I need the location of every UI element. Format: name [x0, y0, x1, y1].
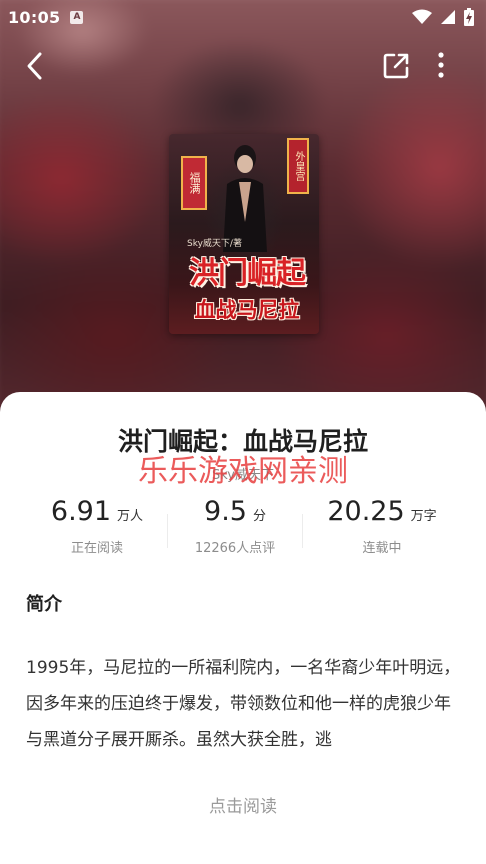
share-button[interactable] [380, 50, 412, 82]
back-button[interactable] [22, 50, 50, 82]
intro-heading: 简介 [26, 594, 62, 615]
book-detail-sheet: 洪门崛起：血战马尼拉 Sky威天下 乐乐游戏网亲测 6.91 万人 正在阅读 9.… [0, 392, 486, 864]
stat-label: 正在阅读 [70, 541, 123, 556]
intro-text[interactable]: 1995年，马尼拉的一所福利院内，一名华裔少年叶明远，因多年来的压迫终于爆发，带… [26, 650, 462, 758]
stat-readers: 6.91 万人 正在阅读 [22, 496, 172, 556]
book-author[interactable]: Sky威天下 [0, 464, 486, 483]
status-time: 10:05 [8, 7, 61, 27]
stat-unit: 万字 [410, 509, 437, 524]
status-icons [412, 8, 474, 26]
stat-rating[interactable]: 9.5 分 12266人点评 [160, 496, 310, 556]
stat-divider [302, 514, 303, 548]
cover-sign-left: 福满 [181, 156, 207, 210]
book-stats: 6.91 万人 正在阅读 9.5 分 12266人点评 20.25 万字 连载中 [0, 496, 486, 566]
share-external-icon [383, 53, 409, 79]
book-cover[interactable]: 福满 外皇宫 Sky威天下/著 洪门崛起 血战马尼拉 [169, 134, 319, 334]
stat-unit: 万人 [117, 509, 144, 524]
stat-word-count: 20.25 万字 连载中 [307, 496, 457, 556]
read-now-button[interactable]: 点击阅读 [0, 792, 486, 817]
signal-icon [441, 10, 455, 24]
chevron-left-icon [27, 52, 42, 80]
wifi-icon [412, 9, 432, 24]
stat-label: 连载中 [362, 541, 402, 556]
book-title: 洪门崛起：血战马尼拉 [117, 427, 368, 456]
stat-unit: 分 [252, 509, 266, 524]
battery-charging-icon [464, 8, 474, 26]
cover-title-main: 洪门崛起 [189, 256, 306, 291]
stat-label: 12266人点评 [194, 541, 276, 556]
status-bar: 10:05 A [0, 0, 486, 34]
stat-value: 20.25 [327, 496, 405, 527]
more-vertical-icon [438, 52, 444, 78]
stat-value: 6.91 [50, 496, 112, 527]
more-options-button[interactable] [430, 50, 452, 82]
top-bar [0, 42, 486, 90]
a-badge-icon: A [70, 10, 84, 24]
stat-value: 9.5 [204, 496, 247, 527]
cover-sign-right: 外皇宫 [287, 138, 309, 194]
cover-title-sub: 血战马尼拉 [194, 298, 300, 322]
